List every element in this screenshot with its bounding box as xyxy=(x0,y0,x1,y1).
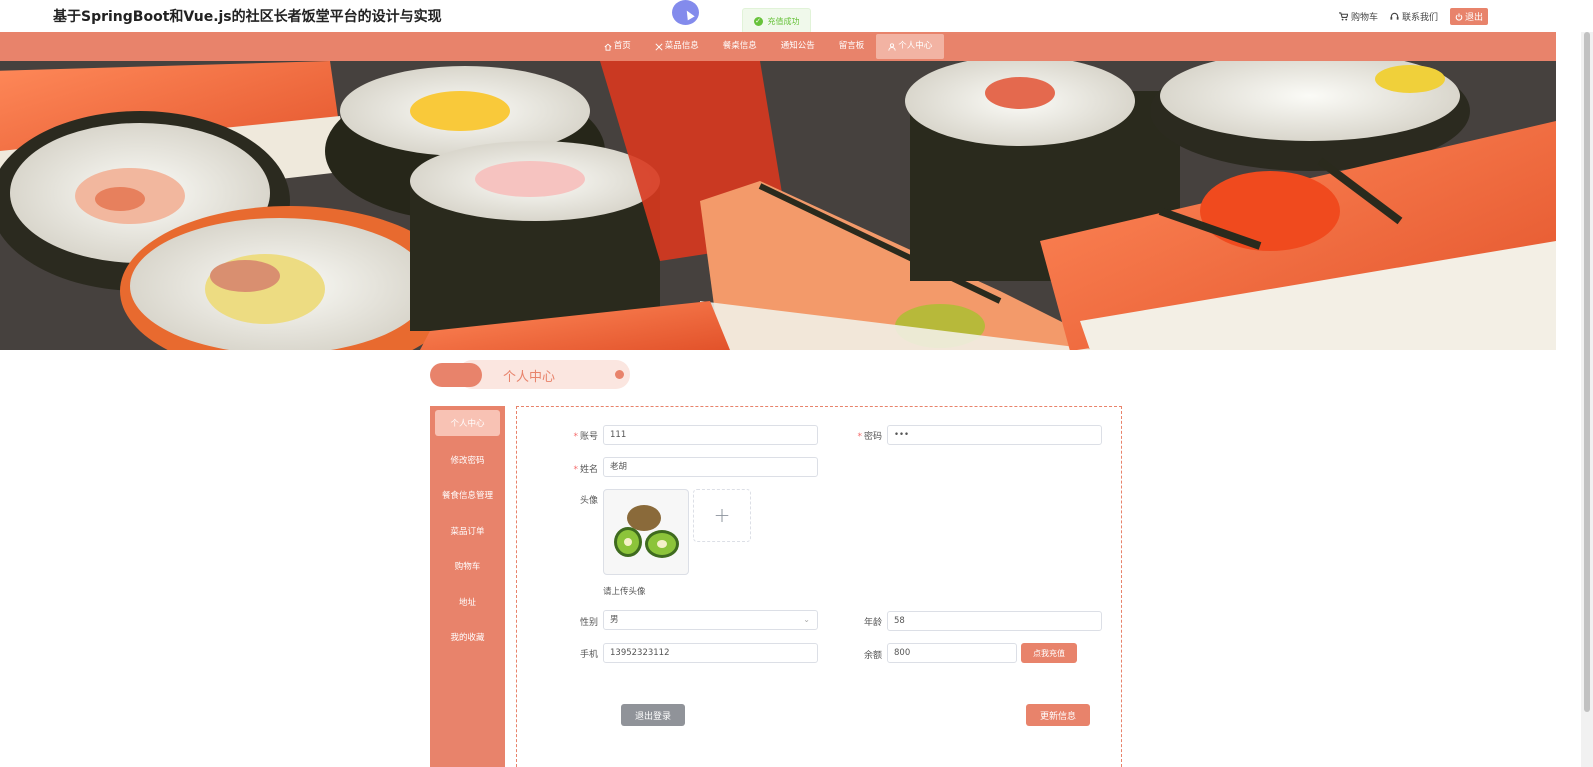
gender-value: 男 xyxy=(610,615,619,625)
nav-item-profile[interactable]: 个人中心 xyxy=(876,34,945,59)
sidebar-item-cart[interactable]: 购物车 xyxy=(430,549,505,585)
section-title-pill xyxy=(430,363,482,387)
sidebar-item-profile[interactable]: 个人中心 xyxy=(435,410,500,436)
sidebar-item-address[interactable]: 地址 xyxy=(430,584,505,620)
cart-link[interactable]: 购物车 xyxy=(1338,10,1378,23)
sidebar-item-orders[interactable]: 菜品订单 xyxy=(430,513,505,549)
scrollbar-thumb[interactable] xyxy=(1584,32,1590,712)
password-label: * 密码 xyxy=(857,432,882,442)
section-title: 个人中心 xyxy=(503,370,556,385)
name-label: * 姓名 xyxy=(573,465,598,475)
avatar-upload-button[interactable]: + xyxy=(693,489,751,542)
site-title: 基于SpringBoot和Vue.js的社区长者饭堂平台的设计与实现 xyxy=(53,9,442,25)
user-icon xyxy=(888,42,896,51)
utensils-icon xyxy=(655,42,663,51)
sidebar-item-favorites[interactable]: 我的收藏 xyxy=(430,620,505,656)
page-scrollbar[interactable] xyxy=(1581,32,1593,767)
avatar-hint: 请上传头像 xyxy=(603,587,646,597)
phone-label: 手机 xyxy=(579,650,598,660)
gender-select[interactable]: 男 ⌄ xyxy=(603,610,818,630)
nav-label: 留言板 xyxy=(838,41,865,51)
nav-label: 餐桌信息 xyxy=(722,41,757,51)
chevron-down-icon: ⌄ xyxy=(803,615,810,624)
logout-label: 退出 xyxy=(1464,13,1483,23)
toast-message: 充值成功 xyxy=(767,16,800,26)
name-input[interactable]: 老胡 xyxy=(603,457,818,477)
password-input[interactable]: ••• xyxy=(887,425,1102,445)
contact-label: 联系我们 xyxy=(1401,13,1438,23)
section-title-dot xyxy=(615,370,624,379)
success-toast: ✓ 充值成功 xyxy=(742,8,811,34)
contact-link[interactable]: 联系我们 xyxy=(1390,10,1438,23)
sidebar-item-password[interactable]: 修改密码 xyxy=(430,442,505,478)
headset-icon xyxy=(1390,12,1399,20)
home-icon xyxy=(604,43,612,51)
power-icon xyxy=(1455,12,1463,21)
balance-label: 余额 xyxy=(863,651,882,661)
cart-icon xyxy=(1338,12,1348,21)
nav-label: 菜品信息 xyxy=(664,41,699,51)
recharge-button[interactable]: 点我充值 xyxy=(1021,643,1077,663)
banner-image xyxy=(0,61,1556,350)
cart-label: 购物车 xyxy=(1350,13,1378,23)
account-label: * 账号 xyxy=(573,432,598,442)
nav-label: 通知公告 xyxy=(780,41,815,51)
nav-label: 首页 xyxy=(613,41,631,51)
gender-label: 性别 xyxy=(579,618,598,628)
logout-button[interactable]: 退出登录 xyxy=(621,704,685,726)
phone-input[interactable]: 13952323112 xyxy=(603,643,818,663)
nav-label: 个人中心 xyxy=(898,41,933,51)
nav-item-home[interactable]: 首页 xyxy=(592,32,643,61)
main-nav: 首页 菜品信息 餐桌信息 通知公告 留言板 个人中心 xyxy=(0,32,1556,61)
account-input[interactable]: 111 xyxy=(603,425,818,445)
logout-link[interactable]: 退出 xyxy=(1449,8,1488,25)
nav-item-notices[interactable]: 通知公告 xyxy=(769,32,827,61)
nav-item-dishes[interactable]: 菜品信息 xyxy=(643,32,711,61)
age-label: 年龄 xyxy=(863,618,882,628)
nav-item-tables[interactable]: 餐桌信息 xyxy=(711,32,769,61)
sidebar-item-meal-info[interactable]: 餐食信息管理 xyxy=(430,478,505,514)
plus-icon: + xyxy=(713,503,731,527)
update-button[interactable]: 更新信息 xyxy=(1026,704,1090,726)
kiwi-picture xyxy=(614,505,679,558)
top-right-links: 购物车 联系我们 退出 xyxy=(1338,8,1488,25)
profile-sidebar: 个人中心 修改密码 餐食信息管理 菜品订单 购物车 地址 我的收藏 xyxy=(430,406,505,767)
balance-input[interactable]: 800 xyxy=(887,643,1017,663)
age-input[interactable]: 58 xyxy=(887,611,1102,631)
check-circle-icon: ✓ xyxy=(753,16,763,26)
section-title-badge: 个人中心 xyxy=(430,360,630,389)
nav-item-messages[interactable]: 留言板 xyxy=(827,32,877,61)
avatar-label: 头像 xyxy=(579,496,598,506)
sushi-photo xyxy=(0,61,1556,350)
avatar-image[interactable] xyxy=(603,489,689,575)
